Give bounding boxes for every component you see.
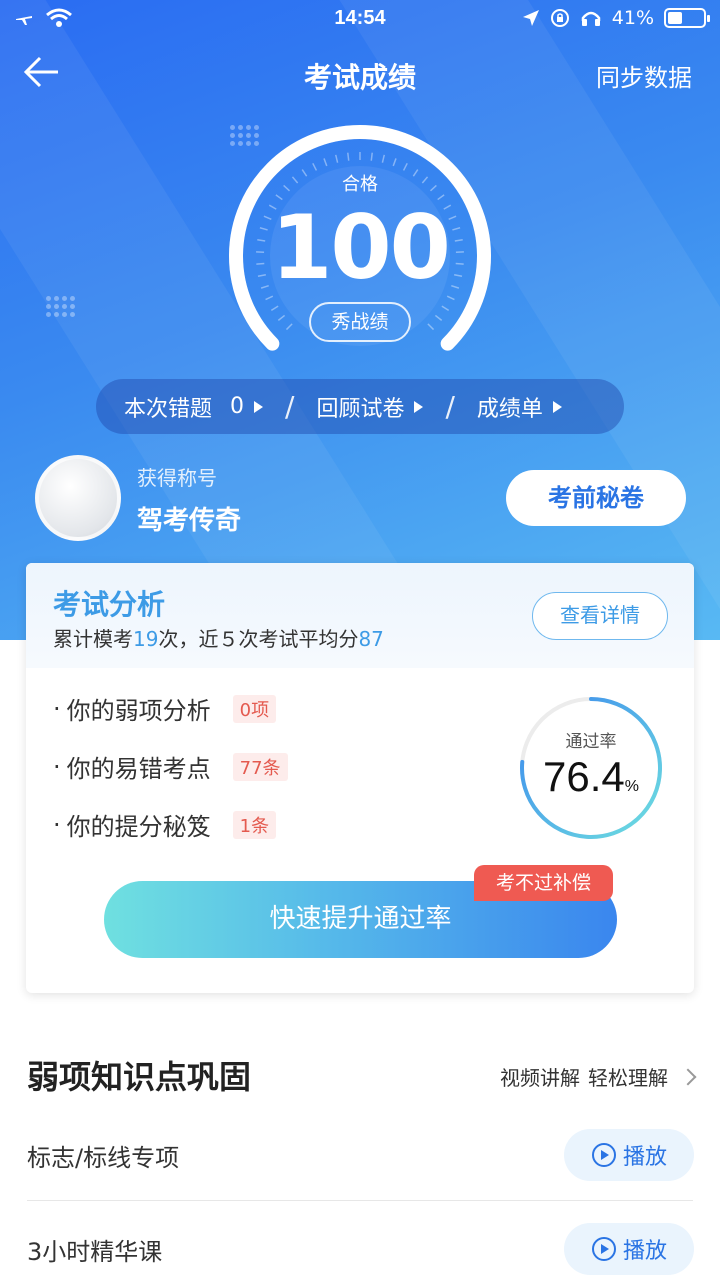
- weak-section-title: 弱项知识点巩固: [27, 1058, 252, 1096]
- summary-text: 次，近５次考试平均分: [158, 627, 359, 651]
- result-actions-bar: 本次错题 0 / 回顾试卷 / 成绩单: [96, 379, 624, 434]
- score-value: 100: [271, 196, 451, 299]
- count-badge: 0项: [232, 694, 277, 723]
- count-badge: 1条: [232, 810, 277, 839]
- video-explain-text: 视频讲解: [500, 1066, 580, 1090]
- view-details-button[interactable]: 查看详情: [532, 592, 668, 640]
- sync-data-button[interactable]: 同步数据: [596, 58, 692, 93]
- count-badge: 77条: [232, 752, 288, 781]
- gauge-tick: [381, 154, 386, 163]
- wrong-questions-count: 0: [230, 394, 245, 419]
- analysis-card: 考试分析 累计模考19次，近５次考试平均分87 查看详情 · 你的弱项分析 0项…: [26, 563, 694, 993]
- analysis-title: 考试分析: [53, 588, 166, 621]
- gauge-tick: [277, 314, 286, 321]
- play-arrow-icon: [552, 400, 562, 413]
- gauge-tick: [323, 158, 328, 167]
- analysis-summary: 累计模考19次，近５次考试平均分87: [53, 623, 384, 652]
- gauge-tick: [441, 305, 450, 311]
- play-arrow-icon: [254, 400, 264, 413]
- status-bar: 14:54 41%: [0, 0, 720, 38]
- pass-status: 合格: [342, 174, 378, 195]
- score-report-label: 成绩单: [476, 396, 543, 422]
- location-icon: [522, 10, 539, 26]
- pass-rate-label: 通过率: [565, 732, 617, 752]
- course-title: 标志/标线专项: [27, 1144, 180, 1172]
- total-exams: 19: [133, 627, 159, 651]
- play-circle-icon: [591, 1237, 616, 1261]
- play-button[interactable]: 播放: [564, 1223, 694, 1275]
- gauge-tick: [334, 154, 339, 163]
- chevron-right-icon: [679, 1068, 697, 1085]
- error-prone-item[interactable]: · 你的易错考点 77条: [53, 749, 288, 784]
- score-tips-item[interactable]: · 你的提分秘笈 1条: [53, 807, 277, 842]
- wrong-questions-link[interactable]: 本次错题 0: [124, 391, 264, 423]
- battery-percent: 41%: [611, 7, 654, 29]
- secret-paper-button[interactable]: 考前秘卷: [506, 470, 686, 526]
- weak-analysis-item[interactable]: · 你的弱项分析 0项: [53, 691, 277, 726]
- summary-text: 累计模考: [53, 627, 133, 651]
- review-paper-link[interactable]: 回顾试卷: [316, 391, 424, 423]
- pass-rate-value: 76.4%: [516, 753, 666, 801]
- review-paper-label: 回顾试卷: [316, 396, 405, 422]
- bullet: ·: [53, 694, 61, 723]
- pass-rate-unit: %: [624, 778, 639, 795]
- gauge-tick: [434, 314, 443, 321]
- gauge-tick: [270, 305, 279, 311]
- compensation-tag: 考不过补偿: [474, 865, 613, 901]
- decor-dots: [46, 296, 75, 317]
- play-arrow-icon: [414, 400, 424, 413]
- separator: /: [285, 390, 295, 423]
- pass-rate-number: 76.4: [543, 753, 625, 800]
- gauge-tick: [285, 323, 293, 331]
- title-value: 驾考传奇: [137, 506, 242, 536]
- score-report-link[interactable]: 成绩单: [477, 391, 562, 423]
- play-button[interactable]: 播放: [564, 1129, 694, 1181]
- title-badge-avatar: [35, 455, 121, 541]
- play-circle-icon: [591, 1143, 616, 1167]
- headphones-icon: [581, 11, 601, 26]
- bullet: ·: [53, 810, 61, 839]
- course-title: 3小时精华课: [27, 1238, 163, 1266]
- easy-understand-text: 轻松理解: [588, 1066, 668, 1090]
- separator: /: [445, 390, 455, 423]
- orientation-lock-icon: [550, 9, 569, 27]
- gauge-tick: [347, 152, 350, 161]
- play-label: 播放: [622, 1145, 667, 1170]
- row-label: 你的易错考点: [66, 755, 211, 783]
- divider: [27, 1200, 693, 1201]
- row-label: 你的提分秘笈: [66, 813, 211, 841]
- gauge-tick: [427, 323, 435, 331]
- title-label: 获得称号: [137, 466, 217, 490]
- gauge-tick: [370, 152, 373, 161]
- wrong-questions-label: 本次错题: [124, 396, 213, 422]
- show-score-button[interactable]: 秀战绩: [309, 302, 411, 342]
- average-score: 87: [358, 627, 384, 651]
- bullet: ·: [53, 752, 61, 781]
- play-label: 播放: [622, 1239, 667, 1264]
- video-explain-link[interactable]: 视频讲解 轻松理解: [500, 1062, 697, 1091]
- battery-icon: [664, 8, 710, 28]
- gauge-tick: [392, 158, 397, 167]
- row-label: 你的弱项分析: [66, 697, 211, 725]
